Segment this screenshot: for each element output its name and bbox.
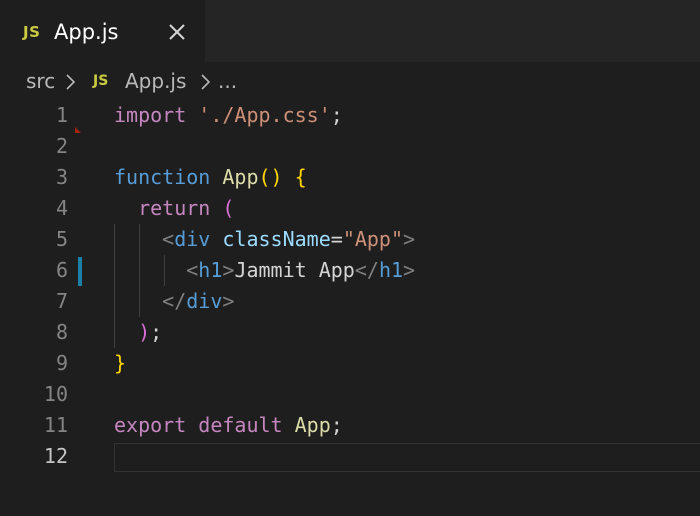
- code-line[interactable]: 7 </div>: [0, 286, 700, 317]
- code-token: default: [198, 413, 283, 437]
- code-token: (: [222, 196, 235, 220]
- code-token: >: [222, 258, 235, 282]
- code-text: return (: [114, 193, 234, 224]
- tab-title: App.js: [54, 20, 119, 44]
- line-number: 3: [55, 165, 68, 189]
- code-text: import './App.css';: [114, 100, 343, 131]
- line-number: 5: [55, 227, 68, 251]
- line-number: 2: [55, 134, 68, 158]
- code-line[interactable]: 6 <h1>Jammit App</h1>: [0, 255, 700, 286]
- breadcrumb-symbol[interactable]: ...: [218, 67, 237, 95]
- code-token: return: [138, 196, 211, 220]
- code-token: App: [294, 413, 331, 437]
- code-token: div: [186, 289, 223, 313]
- code-text: <h1>Jammit App</h1>: [114, 255, 415, 286]
- line-number: 1: [55, 103, 68, 127]
- tab-bar: JS App.js: [0, 0, 700, 62]
- code-token: ;: [150, 320, 163, 344]
- code-token: =: [330, 227, 343, 251]
- tab-app-js[interactable]: JS App.js: [0, 0, 205, 62]
- code-token: h1: [378, 258, 404, 282]
- js-file-icon: JS: [93, 73, 109, 89]
- line-number: 7: [55, 289, 68, 313]
- code-token: >: [403, 227, 416, 251]
- code-token: App: [222, 165, 259, 189]
- code-token: <: [186, 258, 199, 282]
- code-line[interactable]: 5 <div className="App">: [0, 224, 700, 255]
- code-token: <: [162, 227, 175, 251]
- code-token: className: [222, 227, 331, 251]
- chevron-right-icon: [64, 74, 78, 90]
- code-token: (): [258, 165, 283, 189]
- code-token: div: [174, 227, 211, 251]
- line-number: 4: [55, 196, 68, 220]
- code-line[interactable]: 8 );: [0, 317, 700, 348]
- line-number: 12: [43, 444, 68, 468]
- code-text: }: [114, 348, 126, 379]
- code-line[interactable]: 12: [0, 441, 700, 472]
- line-number: 11: [43, 413, 68, 437]
- chevron-right-icon: [199, 74, 213, 90]
- code-editor[interactable]: 1 import './App.css'; 2 3 function App() {4 …: [0, 100, 700, 516]
- code-token: './App.css': [198, 103, 331, 127]
- line-number: 8: [55, 320, 68, 344]
- close-icon[interactable]: [165, 20, 189, 44]
- code-text: <div className="App">: [114, 224, 415, 255]
- code-token: "App": [342, 227, 404, 251]
- code-token: }: [114, 351, 127, 375]
- code-line[interactable]: 4 return (: [0, 193, 700, 224]
- code-token: ): [138, 320, 151, 344]
- code-token: >: [403, 258, 416, 282]
- code-token: export: [114, 413, 187, 437]
- code-line[interactable]: 2: [0, 131, 700, 162]
- breadcrumb: src JS App.js ...: [0, 62, 700, 100]
- code-text: );: [114, 317, 162, 348]
- code-line[interactable]: 10: [0, 379, 700, 410]
- code-text: export default App;: [114, 410, 343, 441]
- code-line[interactable]: 9}: [0, 348, 700, 379]
- line-number: 9: [55, 351, 68, 375]
- line-number: 6: [55, 258, 68, 282]
- code-token: h1: [198, 258, 223, 282]
- code-token: ;: [330, 413, 343, 437]
- code-token: import: [114, 103, 187, 127]
- js-file-icon: JS: [23, 23, 41, 41]
- code-text: function App() {: [114, 162, 307, 193]
- code-token: {: [294, 165, 307, 189]
- code-token: </: [162, 289, 187, 313]
- code-line[interactable]: 3 function App() {: [0, 162, 700, 193]
- code-text: </div>: [114, 286, 234, 317]
- code-token: >: [222, 289, 235, 313]
- code-line[interactable]: 1 import './App.css';: [0, 100, 700, 131]
- code-token: ;: [330, 103, 343, 127]
- code-line[interactable]: 11 export default App;: [0, 410, 700, 441]
- breadcrumb-src[interactable]: src: [26, 67, 55, 95]
- code-token: </: [354, 258, 379, 282]
- breadcrumb-file[interactable]: App.js: [125, 67, 186, 95]
- code-token: function: [114, 165, 211, 189]
- line-number: 10: [43, 382, 68, 406]
- code-token: Jammit App: [234, 258, 355, 282]
